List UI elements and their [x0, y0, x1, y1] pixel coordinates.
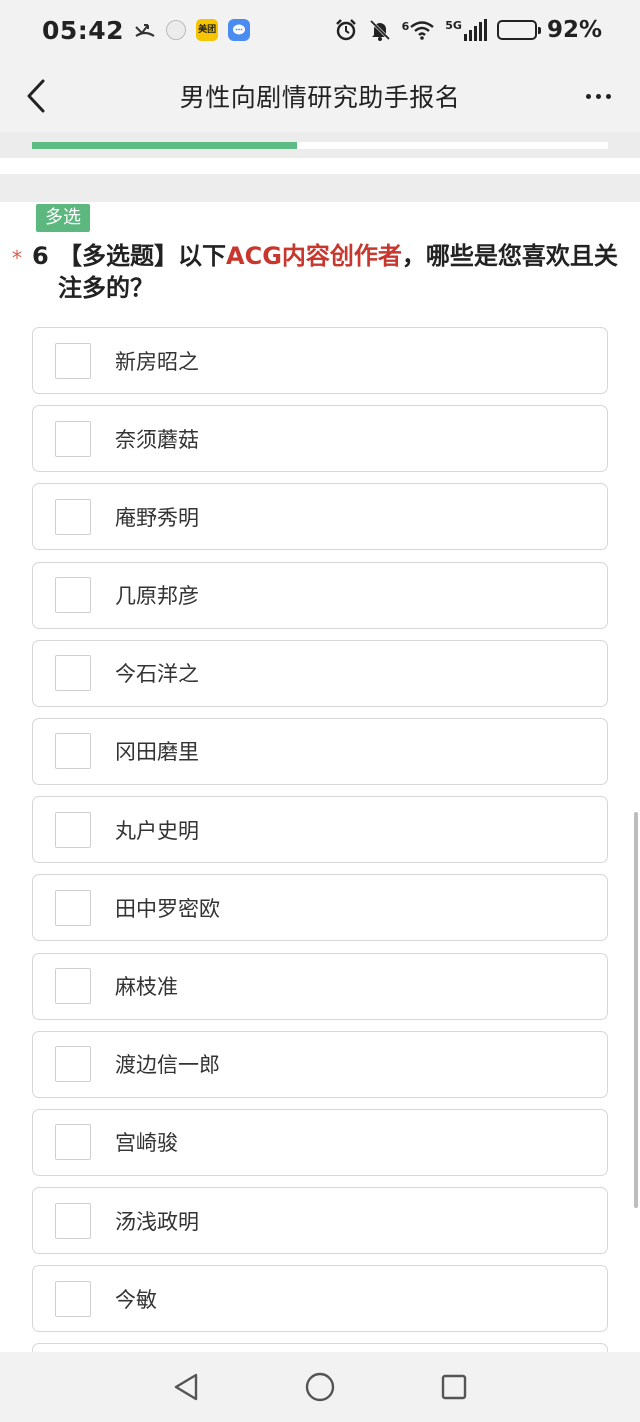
option-checkbox[interactable]: [55, 342, 91, 379]
option-checkbox[interactable]: [55, 968, 91, 1004]
question-title-highlight: ACG内容创作者: [226, 242, 402, 270]
nav-recents-button[interactable]: [432, 1365, 476, 1409]
back-triangle-icon: [174, 1373, 198, 1401]
battery-icon: [496, 20, 541, 40]
option-label: 冈田磨里: [115, 740, 199, 765]
page-title: 男性向剧情研究助手报名: [179, 83, 461, 112]
option-checkbox[interactable]: [55, 1124, 91, 1161]
option-label: 宫崎骏: [115, 1131, 178, 1156]
alarm-icon: [334, 18, 358, 42]
option-label: 今石洋之: [115, 662, 199, 687]
option-item[interactable]: 汤浅政明: [32, 1187, 608, 1255]
more-options-button[interactable]: [578, 76, 618, 116]
option-label: 今敏: [115, 1287, 157, 1312]
option-item[interactable]: 今敏: [32, 1265, 608, 1333]
nav-home-button[interactable]: [298, 1365, 342, 1409]
option-checkbox[interactable]: [55, 420, 91, 457]
option-item[interactable]: 麻枝准: [32, 952, 608, 1020]
option-item[interactable]: 渡边信一郎: [32, 1030, 608, 1098]
status-time: 05:42: [42, 15, 125, 45]
circle-app-icon: [166, 20, 187, 40]
option-checkbox[interactable]: [55, 498, 91, 535]
back-arrow-icon: [27, 79, 45, 113]
question-title-prefix: 【多选题】以下: [58, 242, 226, 270]
back-button[interactable]: [18, 74, 54, 118]
net-speed-label: 6: [401, 20, 410, 33]
required-mark: *: [12, 246, 22, 270]
option-label: 汤浅政明: [115, 1209, 199, 1234]
status-right: 6 5G 92%: [334, 17, 602, 43]
option-label: 几原邦彦: [115, 584, 199, 609]
mute-icon: [368, 18, 392, 42]
nav-back-button[interactable]: [164, 1365, 208, 1409]
option-item[interactable]: 几原邦彦: [32, 561, 608, 629]
status-bar: 05:42 美团 6 5G 92%: [0, 0, 640, 60]
section-divider: [0, 174, 640, 202]
option-label: 麻枝准: [115, 975, 178, 999]
option-checkbox[interactable]: [55, 1280, 91, 1317]
question-number: 6: [32, 242, 49, 270]
option-checkbox[interactable]: [55, 577, 91, 614]
option-checkbox[interactable]: [55, 1202, 91, 1239]
option-label: 田中罗密欧: [115, 896, 220, 921]
option-checkbox[interactable]: [55, 1046, 91, 1083]
options-list: 新房昭之奈须蘑菇庵野秀明几原邦彦今石洋之冈田磨里丸户史明田中罗密欧麻枝准渡边信一…: [32, 327, 608, 1422]
option-label: 奈须蘑菇: [115, 427, 199, 452]
option-item[interactable]: 今石洋之: [32, 639, 608, 707]
option-checkbox[interactable]: [55, 811, 91, 848]
progress-bar: [32, 142, 608, 149]
signal-icon: 5G: [445, 19, 487, 41]
option-label: 渡边信一郎: [115, 1053, 220, 1078]
survey-page: 05:42 美团 6 5G 92% 男性向剧情研究助手报名 多选 * 6 【多选…: [0, 0, 640, 1422]
option-item[interactable]: 奈须蘑菇: [32, 405, 608, 473]
battery-percent: 92%: [546, 17, 602, 43]
option-item[interactable]: 冈田磨里: [32, 717, 608, 785]
option-item[interactable]: 田中罗密欧: [32, 874, 608, 942]
option-label: 新房昭之: [115, 349, 199, 374]
option-checkbox[interactable]: [55, 889, 91, 926]
progress-fill: [32, 142, 297, 149]
more-dots-icon: [585, 93, 591, 99]
option-item[interactable]: 丸户史明: [32, 796, 608, 864]
scrollbar[interactable]: [634, 812, 638, 1208]
recents-square-icon: [441, 1374, 467, 1400]
system-nav-bar: [0, 1352, 640, 1422]
option-checkbox[interactable]: [55, 733, 91, 770]
option-item[interactable]: 宫崎骏: [32, 1108, 608, 1176]
option-item[interactable]: 新房昭之: [32, 327, 608, 394]
message-app-icon: [228, 19, 251, 41]
home-circle-icon: [305, 1372, 335, 1402]
app-header: 男性向剧情研究助手报名: [0, 60, 640, 132]
option-checkbox[interactable]: [55, 655, 91, 692]
option-label: 庵野秀明: [115, 505, 199, 530]
wifi-icon: 6: [402, 20, 436, 40]
meituan-app-icon: 美团: [196, 19, 219, 41]
question-type-tag: 多选: [36, 204, 90, 232]
status-left: 05:42 美团: [42, 15, 251, 45]
question-title: 【多选题】以下ACG内容创作者，哪些是您喜欢且关注多的？: [58, 240, 618, 304]
option-item[interactable]: 庵野秀明: [32, 483, 608, 551]
missed-call-icon: [134, 21, 156, 39]
progress-section: [0, 132, 640, 158]
network-type-label: 5G: [445, 19, 462, 32]
option-label: 丸户史明: [115, 818, 199, 843]
